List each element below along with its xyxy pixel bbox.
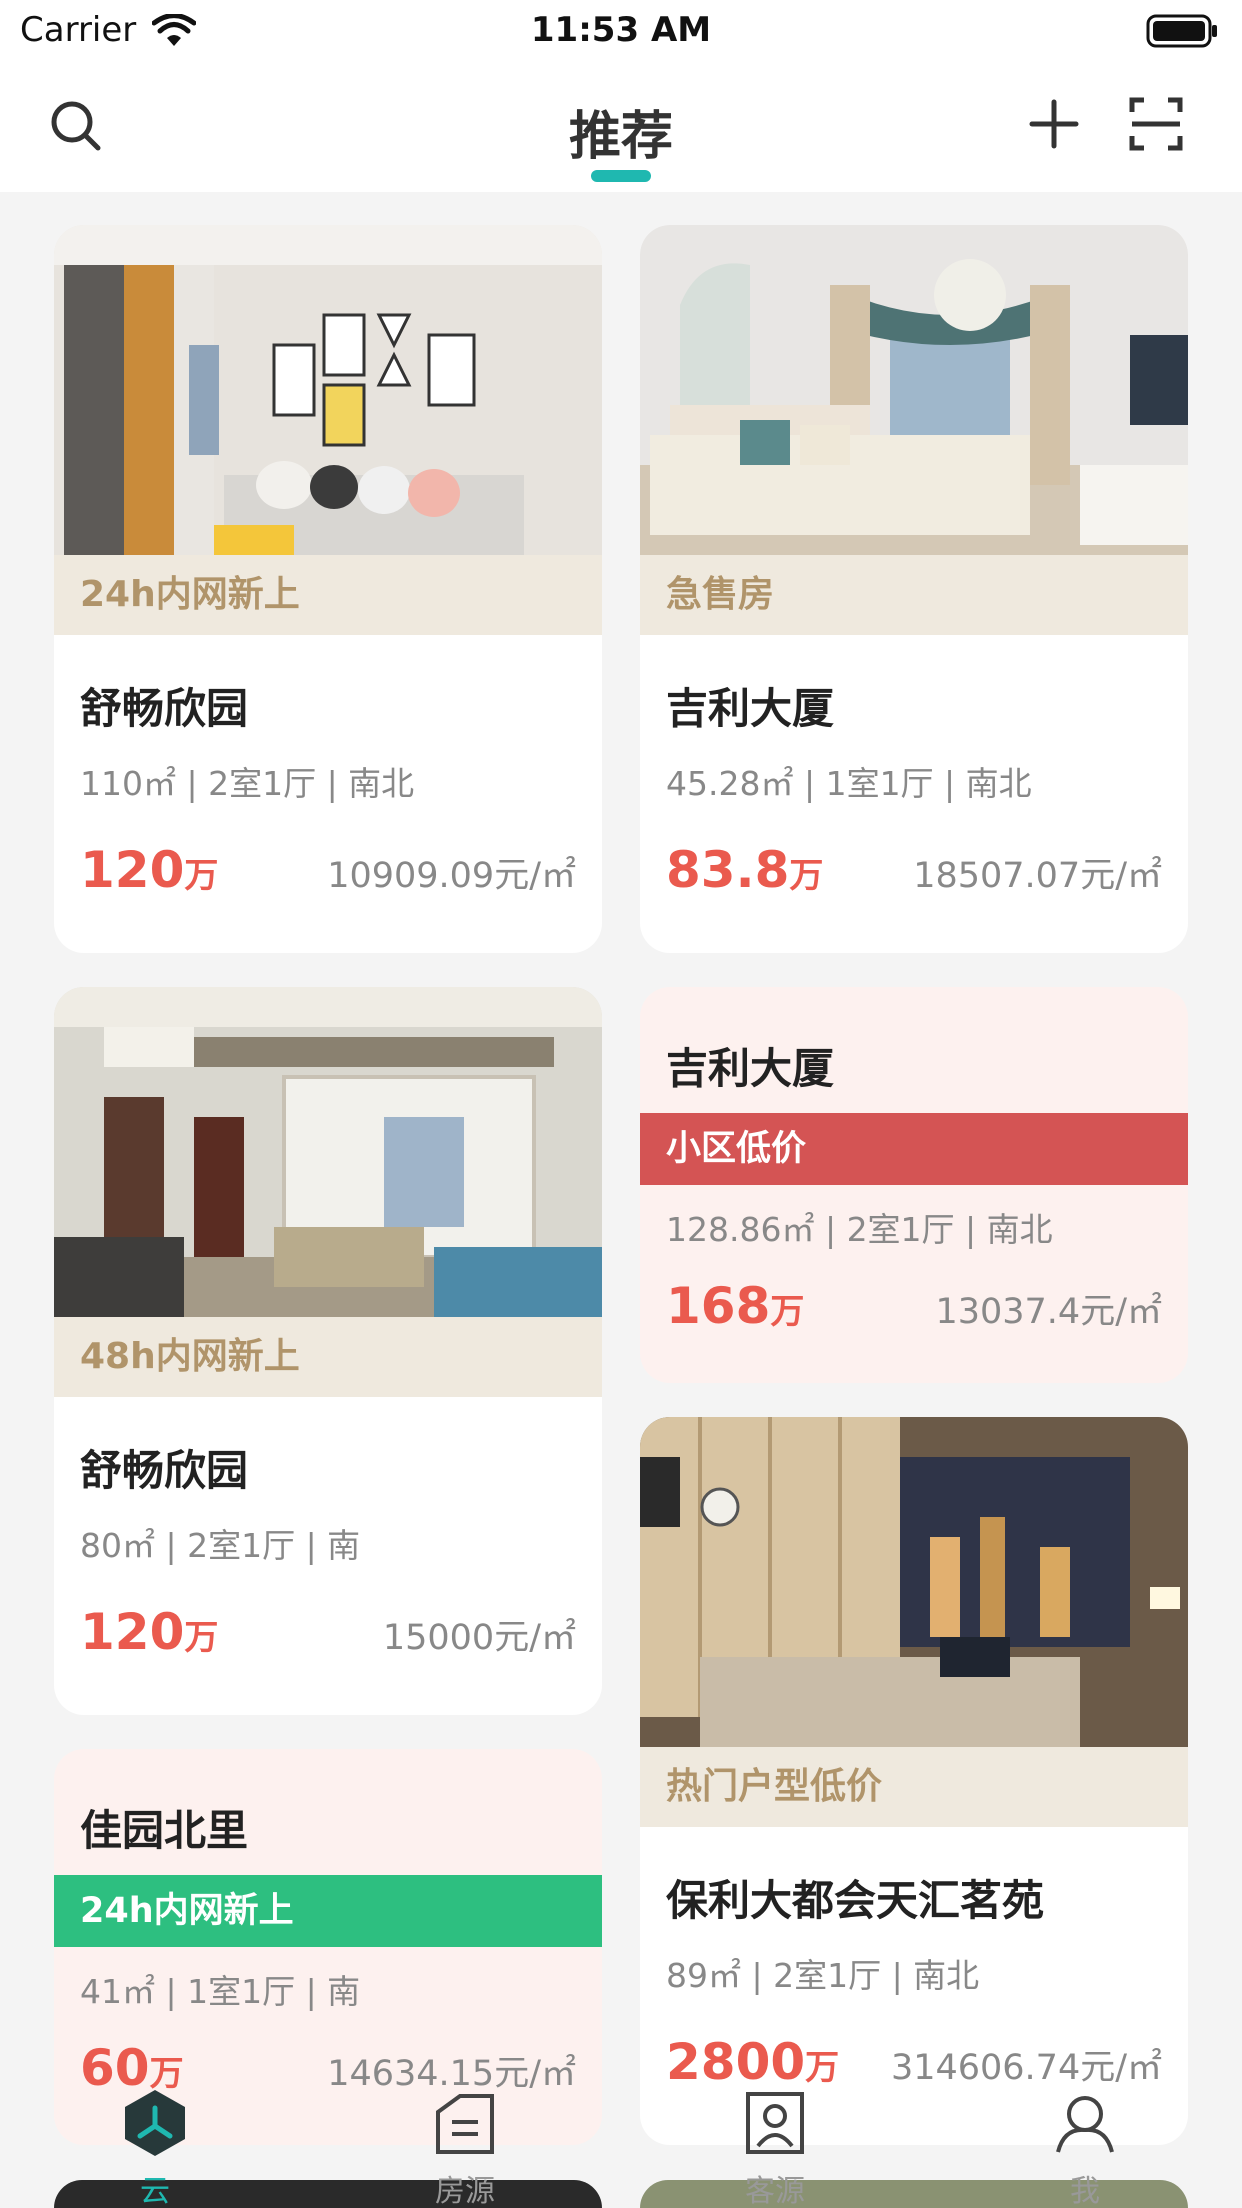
listing-unit-price: 18507.07元/㎡	[913, 856, 1162, 896]
listing-title: 保利大都会天汇茗苑	[666, 1876, 1045, 1925]
listing-card[interactable]: 吉利大厦 小区低价 128.86㎡ | 2室1厅 | 南北 168万 13037…	[640, 987, 1188, 1383]
listing-specs: 45.28㎡ | 1室1厅 | 南北	[666, 764, 1032, 803]
listing-photo	[640, 1417, 1188, 1747]
listing-price: 83.8万	[666, 841, 824, 899]
listing-specs: 110㎡ | 2室1厅 | 南北	[80, 764, 415, 803]
listing-card[interactable]: 急售房 吉利大厦 45.28㎡ | 1室1厅 | 南北 83.8万 18507.…	[640, 225, 1188, 953]
listing-title: 佳园北里	[80, 1806, 249, 1855]
listing-card[interactable]: 24h内网新上 舒畅欣园 110㎡ | 2室1厅 | 南北 120万 10909…	[54, 225, 602, 953]
listing-icon	[436, 2094, 494, 2154]
listing-title: 吉利大厦	[666, 684, 835, 733]
listing-unit-price: 15000元/㎡	[382, 1618, 576, 1658]
listing-price: 168万	[666, 1277, 805, 1335]
tab-listings[interactable]: 房源	[310, 2066, 620, 2208]
listing-tag: 24h内网新上	[54, 555, 602, 635]
tab-label: 客源	[745, 2174, 805, 2208]
listing-title: 舒畅欣园	[80, 684, 249, 733]
battery-icon	[1146, 14, 1217, 48]
plus-icon[interactable]	[1026, 96, 1082, 152]
tab-profile[interactable]: 我	[930, 2066, 1240, 2208]
listing-tag: 急售房	[640, 555, 1188, 635]
nav-bar: 推荐	[0, 66, 1242, 192]
listing-photo	[640, 225, 1188, 555]
listing-specs: 41㎡ | 1室1厅 | 南	[80, 1972, 361, 2011]
listing-tag: 热门户型低价	[640, 1747, 1188, 1827]
clock: 11:53 AM	[530, 10, 712, 50]
status-bar: Carrier 11:53 AM	[0, 0, 1242, 66]
listing-price: 120万	[80, 1603, 219, 1661]
listing-card[interactable]: 热门户型低价 保利大都会天汇茗苑 89㎡ | 2室1厅 | 南北 2800万 3…	[640, 1417, 1188, 2145]
client-icon	[746, 2092, 804, 2154]
listing-tag: 48h内网新上	[54, 1317, 602, 1397]
tab-cloud[interactable]: 云	[0, 2066, 310, 2208]
tab-label: 云	[140, 2174, 170, 2208]
tab-clients[interactable]: 客源	[620, 2066, 930, 2208]
listing-band: 小区低价	[640, 1113, 1188, 1185]
listing-unit-price: 13037.4元/㎡	[935, 1292, 1162, 1332]
listing-card[interactable]: 48h内网新上 舒畅欣园 80㎡ | 2室1厅 | 南 120万 15000元/…	[54, 987, 602, 1715]
profile-icon	[1056, 2096, 1114, 2153]
listing-specs: 128.86㎡ | 2室1厅 | 南北	[666, 1210, 1053, 1249]
listing-title: 吉利大厦	[666, 1044, 835, 1093]
listing-photo	[54, 987, 602, 1317]
tab-indicator	[591, 170, 651, 182]
listing-unit-price: 10909.09元/㎡	[327, 856, 576, 896]
listing-specs: 80㎡ | 2室1厅 | 南	[80, 1526, 361, 1565]
listing-photo	[54, 225, 602, 555]
listing-price: 120万	[80, 841, 219, 899]
tab-label: 房源	[435, 2174, 495, 2208]
listing-title: 舒畅欣园	[80, 1446, 249, 1495]
tab-label: 我	[1070, 2174, 1100, 2208]
cloud-hex-icon	[125, 2090, 185, 2156]
scan-icon[interactable]	[1128, 96, 1184, 152]
listing-specs: 89㎡ | 2室1厅 | 南北	[666, 1956, 980, 1995]
tab-bar: 云 房源 客源 我	[0, 2066, 1242, 2208]
listing-band: 24h内网新上	[54, 1875, 602, 1947]
